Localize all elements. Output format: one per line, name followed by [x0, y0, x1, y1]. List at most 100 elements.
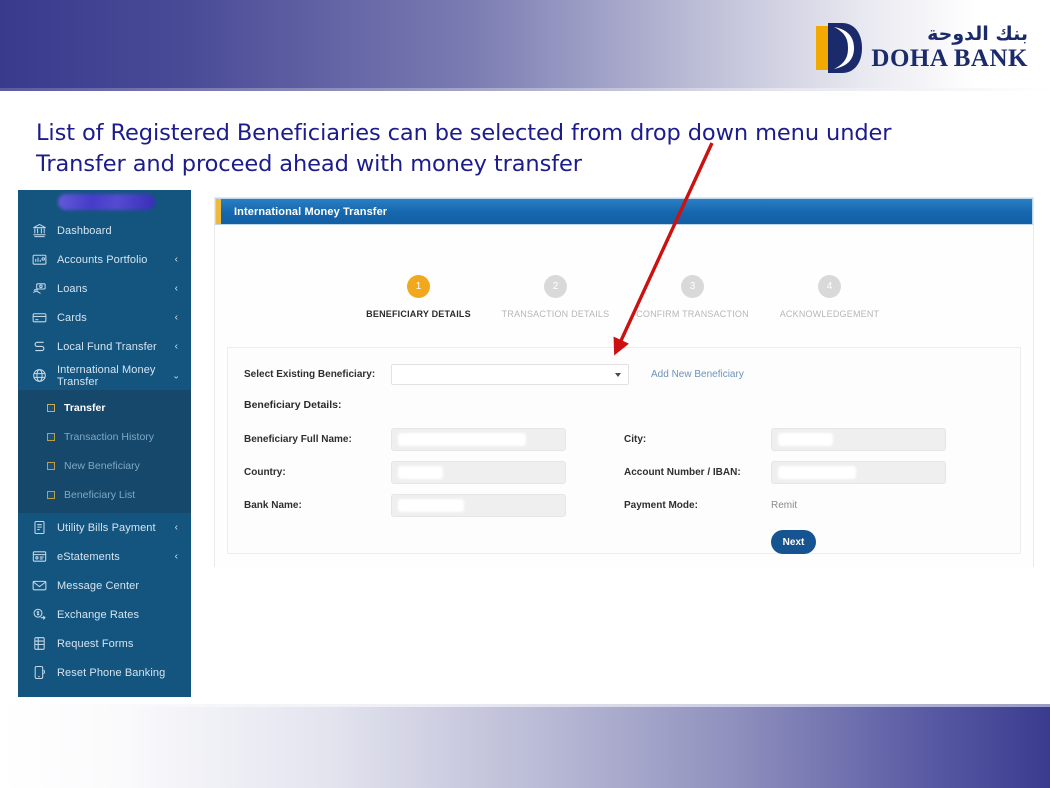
field-city: City: — [624, 423, 1004, 456]
panel-title-text: International Money Transfer — [234, 205, 388, 218]
field-label: Beneficiary Full Name: — [244, 434, 352, 445]
sidebar-submenu-international: Transfer Transaction History New Benefic… — [18, 390, 191, 513]
main-panel: International Money Transfer 1 BENEFICIA… — [214, 197, 1034, 567]
slide-canvas: بنك الدوحة DOHA BANK List of Registered … — [0, 0, 1050, 788]
phone-icon — [31, 664, 48, 681]
payment-mode-value: Remit — [771, 500, 798, 511]
select-existing-beneficiary-dropdown[interactable] — [391, 364, 629, 385]
city-input[interactable] — [771, 428, 946, 451]
panel-title-accent-stripe — [216, 199, 221, 224]
step-transaction-details[interactable]: 2 TRANSACTION DETAILS — [487, 275, 624, 319]
step-number: 2 — [544, 275, 567, 298]
add-new-beneficiary-link[interactable]: Add New Beneficiary — [651, 369, 744, 380]
sidebar-item-label: Cards — [57, 311, 87, 324]
field-label: Payment Mode: — [624, 500, 698, 511]
sidebar-item-accounts-portfolio[interactable]: Accounts Portfolio ‹ — [18, 245, 191, 274]
sidebar-subitem-new-beneficiary[interactable]: New Beneficiary — [18, 451, 191, 480]
chevron-down-icon: ⌄ — [172, 370, 180, 380]
redaction-mask — [778, 433, 833, 446]
form-icon — [31, 635, 48, 652]
field-label: Account Number / IBAN: — [624, 467, 741, 478]
beneficiary-details-heading: Beneficiary Details: — [244, 399, 342, 411]
panel-title-bar: International Money Transfer — [215, 198, 1033, 225]
top-banner-divider — [0, 88, 1050, 91]
form-column-left: Beneficiary Full Name: Country: Bank Nam… — [244, 423, 624, 562]
card-icon — [31, 309, 48, 326]
field-beneficiary-full-name: Beneficiary Full Name: — [244, 423, 624, 456]
accounts-icon — [31, 251, 48, 268]
exchange-icon — [31, 606, 48, 623]
sidebar-item-message-center[interactable]: Message Center — [18, 571, 191, 600]
sidebar-item-dashboard[interactable]: Dashboard — [18, 216, 191, 245]
chevron-left-icon: ‹ — [174, 311, 178, 323]
chevron-left-icon: ‹ — [174, 282, 178, 294]
sidebar-subitem-label: New Beneficiary — [64, 459, 140, 472]
field-label: City: — [624, 434, 647, 445]
sidebar-item-cards[interactable]: Cards ‹ — [18, 303, 191, 332]
field-label: Country: — [244, 467, 286, 478]
logo-arabic-text: بنك الدوحة — [927, 23, 1028, 45]
redaction-mask — [778, 466, 856, 479]
sidebar-item-estatements[interactable]: eStatements ‹ — [18, 542, 191, 571]
square-bullet-icon — [47, 490, 55, 499]
step-number: 3 — [681, 275, 704, 298]
square-bullet-icon — [47, 432, 55, 441]
logo-d-glyph — [828, 23, 863, 73]
loans-icon — [31, 280, 48, 297]
square-bullet-icon — [47, 403, 55, 412]
sidebar-item-utility-bills-payment[interactable]: Utility Bills Payment ‹ — [18, 513, 191, 542]
sidebar-subitem-transfer[interactable]: Transfer — [18, 393, 191, 422]
select-beneficiary-row: Select Existing Beneficiary: Add New Ben… — [244, 364, 1004, 385]
sidebar-item-label: Local Fund Transfer — [57, 340, 157, 353]
sidebar-item-label: Exchange Rates — [57, 608, 140, 621]
field-account-number-iban: Account Number / IBAN: — [624, 456, 1004, 489]
sidebar-item-exchange-rates[interactable]: Exchange Rates — [18, 600, 191, 629]
chevron-left-icon: ‹ — [174, 340, 178, 352]
sidebar-item-loans[interactable]: Loans ‹ — [18, 274, 191, 303]
chevron-left-icon: ‹ — [174, 550, 178, 562]
chevron-left-icon: ‹ — [174, 253, 178, 265]
step-beneficiary-details[interactable]: 1 BENEFICIARY DETAILS — [350, 275, 487, 319]
sidebar-subitem-beneficiary-list[interactable]: Beneficiary List — [18, 480, 191, 509]
sidebar-item-international-money-transfer[interactable]: International Money Transfer ⌄ — [18, 361, 191, 390]
sidebar-item-label: Message Center — [57, 579, 140, 592]
step-label: CONFIRM TRANSACTION — [636, 309, 749, 319]
transfer-icon — [31, 338, 48, 355]
sidebar-item-reset-phone-banking[interactable]: Reset Phone Banking — [18, 658, 191, 687]
step-confirm-transaction[interactable]: 3 CONFIRM TRANSACTION — [624, 275, 761, 319]
sidebar-redacted-user-badge — [58, 194, 155, 210]
account-number-iban-input[interactable] — [771, 461, 946, 484]
redaction-mask — [398, 433, 526, 446]
sidebar-item-label: Loans — [57, 282, 88, 295]
statement-icon — [31, 548, 48, 565]
step-acknowledgement[interactable]: 4 ACKNOWLEDGEMENT — [761, 275, 898, 319]
sidebar-subitem-label: Beneficiary List — [64, 488, 136, 501]
bill-icon — [31, 519, 48, 536]
sidebar-subitem-transaction-history[interactable]: Transaction History — [18, 422, 191, 451]
sidebar-item-label: Accounts Portfolio — [57, 253, 148, 266]
bank-name-input[interactable] — [391, 494, 566, 517]
logo-english-text: DOHA BANK — [871, 45, 1028, 72]
next-button[interactable]: Next — [771, 530, 816, 554]
step-label: BENEFICIARY DETAILS — [366, 309, 471, 319]
select-beneficiary-label: Select Existing Beneficiary: — [244, 369, 376, 380]
sidebar-item-label: Reset Phone Banking — [57, 666, 166, 679]
sidebar-item-request-forms[interactable]: Request Forms — [18, 629, 191, 658]
beneficiary-full-name-input[interactable] — [391, 428, 566, 451]
sidebar-item-label: Request Forms — [57, 637, 134, 650]
globe-icon — [31, 367, 48, 384]
field-payment-mode: Payment Mode: Remit — [624, 489, 1004, 522]
square-bullet-icon — [47, 461, 55, 470]
next-button-row: Next — [624, 522, 1004, 562]
sidebar-nav: Dashboard Accounts Portfolio ‹ Loans ‹ C… — [18, 190, 191, 697]
country-input[interactable] — [391, 461, 566, 484]
bank-icon — [31, 222, 48, 239]
step-label: TRANSACTION DETAILS — [501, 309, 610, 319]
sidebar-item-label: Utility Bills Payment — [57, 521, 156, 534]
sidebar-item-label: International Money Transfer — [57, 363, 156, 388]
step-number: 1 — [407, 275, 430, 298]
field-label: Bank Name: — [244, 500, 302, 511]
step-label: ACKNOWLEDGEMENT — [779, 309, 880, 319]
sidebar-item-local-fund-transfer[interactable]: Local Fund Transfer ‹ — [18, 332, 191, 361]
step-number: 4 — [818, 275, 841, 298]
